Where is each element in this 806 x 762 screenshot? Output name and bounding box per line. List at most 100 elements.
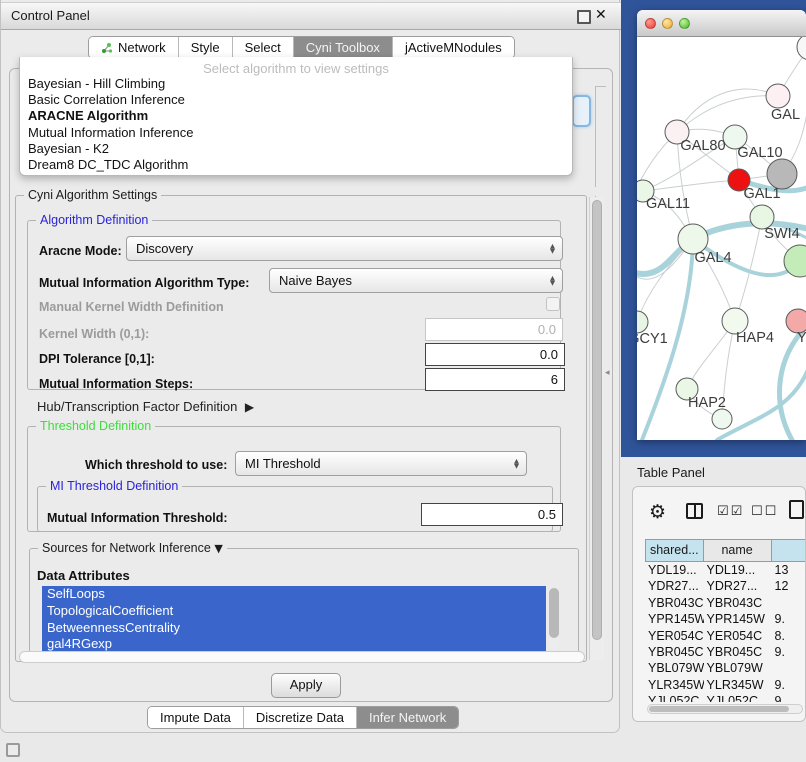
settings-scrollbar-thumb[interactable] [592, 200, 602, 640]
node-label: HAP2 [688, 395, 726, 411]
minimize-traffic-light-icon[interactable] [662, 18, 673, 29]
network-node-gal[interactable] [766, 84, 790, 108]
which-threshold-select[interactable]: MI Threshold ▲▼ [235, 451, 527, 476]
tab-label: Discretize Data [256, 710, 344, 725]
tab-select[interactable]: Select [233, 37, 294, 58]
column-header[interactable]: shared... [645, 539, 704, 562]
tab-infer-network[interactable]: Infer Network [357, 707, 458, 728]
collapsed-panel-icon[interactable] [6, 743, 20, 757]
table-row[interactable]: YBR045CYBR045C9. [645, 644, 806, 660]
network-view-window[interactable]: GALGAL80GAL10GAL1GAL11SWI4GAL4GCY1HAP4YH… [637, 10, 806, 440]
tab-impute-data[interactable]: Impute Data [148, 707, 244, 728]
settings-scrollbar-track[interactable] [589, 197, 604, 660]
table-row[interactable]: YDR27...YDR27...12 [645, 578, 806, 594]
table-row[interactable]: YER054CYER054C8. [645, 628, 806, 644]
node-label: GAL80 [680, 138, 725, 154]
close-icon[interactable]: ✕ [595, 7, 607, 23]
table-cell: YLR345W [704, 677, 772, 693]
kernel-width-label: Kernel Width (0,1): [39, 327, 149, 341]
column-header[interactable] [772, 539, 806, 562]
mi-threshold-field[interactable]: 0.5 [421, 503, 563, 526]
algorithm-definition-title: Algorithm Definition [36, 213, 152, 227]
network-node[interactable] [767, 159, 797, 189]
data-attributes-list: SelfLoopsTopologicalCoefficientBetweenne… [42, 586, 546, 653]
table-cell: 12 [772, 578, 806, 594]
node-label: Y [797, 330, 806, 346]
table-cell: YBL079W [645, 660, 704, 676]
spinner-arrows-icon: ▲▼ [550, 276, 555, 286]
which-threshold-label: Which threshold to use: [85, 458, 227, 472]
zoom-traffic-light-icon[interactable] [679, 18, 690, 29]
algorithm-option[interactable]: Dream8 DC_TDC Algorithm [20, 157, 572, 173]
document-icon[interactable] [789, 500, 804, 519]
bottom-tab-bar: Impute Data Discretize Data Infer Network [147, 706, 459, 729]
mi-type-select[interactable]: Naive Bayes ▲▼ [269, 268, 563, 293]
table-cell [772, 595, 806, 611]
table-row[interactable]: YJL052CYJL052C9. [645, 693, 806, 702]
manual-kernel-label: Manual Kernel Width Definition [39, 300, 224, 314]
node-label: SWI4 [764, 226, 799, 242]
algorithm-option[interactable]: Bayesian - K2 [20, 141, 572, 157]
hub-definition-toggle[interactable]: Hub/Transcription Factor Definition ▶ [37, 399, 254, 414]
column-header[interactable]: name [704, 539, 772, 562]
obscured-focused-combo[interactable] [572, 95, 591, 127]
mi-type-value: Naive Bayes [279, 273, 352, 288]
table-cell: YER054C [704, 628, 772, 644]
unchecked-boxes-icon[interactable]: ☐☐ [751, 504, 778, 519]
mi-steps-field[interactable]: 6 [425, 368, 565, 391]
table-row[interactable]: YDL19...YDL19...13 [645, 562, 806, 578]
table-row[interactable]: YBL079WYBL079W [645, 660, 806, 676]
attribute-item-selected[interactable]: BetweennessCentrality [42, 620, 546, 637]
table-horizontal-scrollbar[interactable] [647, 704, 803, 714]
attribute-item-selected[interactable]: TopologicalCoefficient [42, 603, 546, 620]
network-edge-thick[interactable] [717, 367, 806, 440]
gear-icon[interactable]: ⚙ [649, 501, 666, 523]
network-node[interactable] [712, 409, 732, 429]
tab-jactivemnodules[interactable]: jActiveMNodules [393, 37, 514, 58]
network-canvas[interactable]: GALGAL80GAL10GAL1GAL11SWI4GAL4GCY1HAP4YH… [637, 37, 806, 440]
apply-button[interactable]: Apply [271, 673, 341, 698]
algorithm-option[interactable]: Mutual Information Inference [20, 125, 572, 141]
aracne-mode-value: Discovery [136, 241, 193, 256]
table-row[interactable]: YBR043CYBR043C [645, 595, 806, 611]
mi-type-label: Mutual Information Algorithm Type: [39, 276, 249, 290]
tab-label: Network [118, 40, 166, 55]
network-node[interactable] [797, 37, 806, 60]
table-cell: YDL19... [704, 562, 772, 578]
algorithm-option[interactable]: Basic Correlation Inference [20, 92, 572, 108]
float-panel-icon[interactable] [577, 10, 591, 24]
algorithm-option[interactable]: ARACNE Algorithm [20, 108, 572, 124]
columns-icon[interactable] [686, 503, 703, 519]
dpi-tolerance-field[interactable]: 0.0 [425, 343, 565, 366]
attribute-item-selected[interactable]: SelfLoops [42, 586, 546, 603]
table-row[interactable]: YPR145WYPR145W9. [645, 611, 806, 627]
attributes-horizontal-scrollbar[interactable] [19, 651, 585, 663]
tab-network[interactable]: Network [89, 37, 179, 58]
mi-threshold-label: Mutual Information Threshold: [47, 511, 228, 525]
manual-kernel-checkbox[interactable] [546, 297, 560, 311]
tab-cyni-toolbox[interactable]: Cyni Toolbox [294, 37, 393, 58]
checked-boxes-icon[interactable]: ☑☑ [717, 504, 744, 519]
pane-resize-grip[interactable]: ◂ [605, 368, 610, 378]
table-cell: YBR045C [704, 644, 772, 660]
tab-discretize-data[interactable]: Discretize Data [244, 707, 357, 728]
node-table: shared...name YDL19...YDL19...13YDR27...… [645, 539, 806, 702]
attributes-vertical-scrollbar[interactable] [549, 588, 559, 650]
control-panel-titlebar[interactable]: Control Panel ✕ [1, 2, 621, 30]
node-label: GAL10 [737, 145, 782, 161]
table-row[interactable]: YLR345WYLR345W9. [645, 677, 806, 693]
close-traffic-light-icon[interactable] [645, 18, 656, 29]
tab-label: jActiveMNodules [405, 40, 502, 55]
which-threshold-value: MI Threshold [245, 456, 321, 471]
network-node-gcy1[interactable] [637, 311, 648, 333]
kernel-width-field[interactable]: 0.0 [425, 318, 563, 341]
settings-group-title: Cyni Algorithm Settings [24, 188, 161, 202]
table-cell: YDR27... [645, 578, 704, 594]
table-cell: YDL19... [645, 562, 704, 578]
tab-style[interactable]: Style [179, 37, 233, 58]
aracne-mode-select[interactable]: Discovery ▲▼ [126, 236, 563, 261]
expanded-arrow-icon[interactable]: ▼ [214, 542, 222, 555]
network-window-titlebar[interactable] [637, 10, 806, 37]
algorithm-option[interactable]: Bayesian - Hill Climbing [20, 76, 572, 92]
network-edge[interactable] [643, 180, 739, 191]
